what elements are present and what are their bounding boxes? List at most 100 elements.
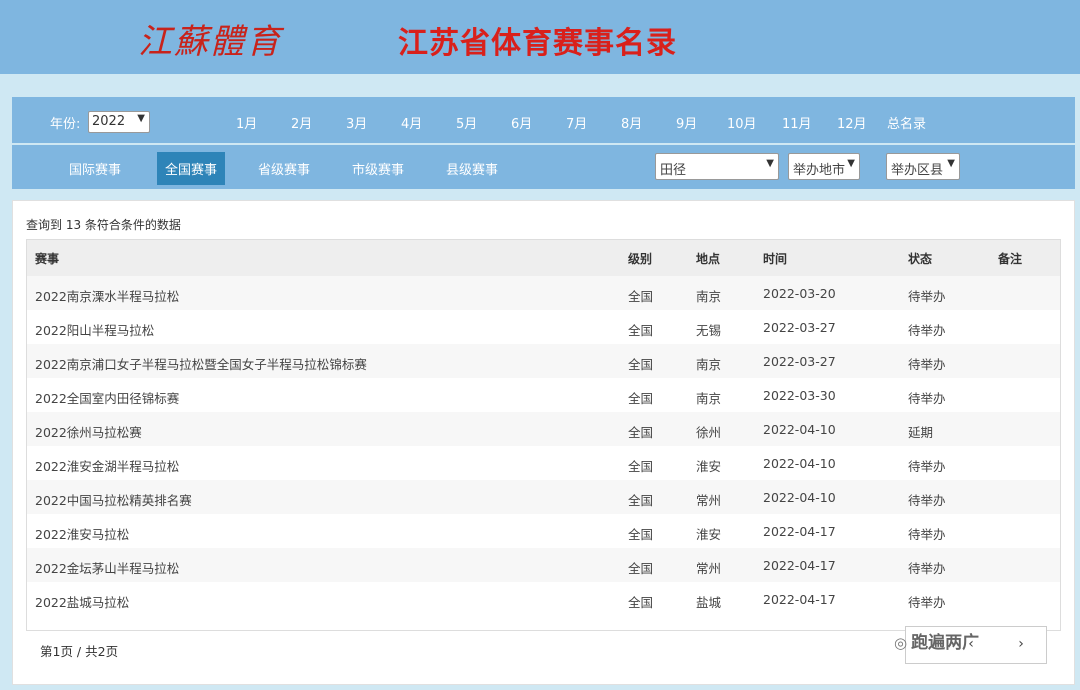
event-time: 2022-03-27 xyxy=(763,354,836,369)
event-place: 南京 xyxy=(696,391,722,406)
event-level: 全国 xyxy=(628,425,654,440)
event-status: 延期 xyxy=(908,425,934,440)
event-level: 全国 xyxy=(628,391,654,406)
tab-municipal[interactable]: 市级赛事 xyxy=(352,159,404,178)
result-count: 查询到 13 条符合条件的数据 xyxy=(26,218,181,232)
event-name: 2022阳山半程马拉松 xyxy=(35,323,155,338)
sport-value: 田径 xyxy=(660,163,687,178)
event-place: 常州 xyxy=(696,493,722,508)
event-name: 2022全国室内田径锦标赛 xyxy=(35,391,180,406)
month-2[interactable]: 2月 xyxy=(291,113,312,132)
event-place: 常州 xyxy=(696,561,722,576)
month-9[interactable]: 9月 xyxy=(676,113,697,132)
table-row[interactable]: 2022南京浦口女子半程马拉松暨全国女子半程马拉松锦标赛 全国 南京 2022-… xyxy=(27,344,1060,378)
event-time: 2022-04-10 xyxy=(763,456,836,471)
page-indicator: 第1页 / 共2页 xyxy=(40,644,119,659)
next-page-button[interactable]: › xyxy=(1006,636,1036,652)
event-status: 待举办 xyxy=(908,459,946,474)
table-row[interactable]: 2022阳山半程马拉松 全国 无锡 2022-03-27 待举办 xyxy=(27,310,1060,344)
tab-national[interactable]: 全国赛事 xyxy=(157,152,226,185)
event-name: 2022淮安金湖半程马拉松 xyxy=(35,459,180,474)
event-time: 2022-04-10 xyxy=(763,490,836,505)
event-place: 南京 xyxy=(696,289,722,304)
event-level: 全国 xyxy=(628,289,654,304)
table-row[interactable]: 2022盐城马拉松 全国 盐城 2022-04-17 待举办 xyxy=(27,582,1060,616)
event-status: 待举办 xyxy=(908,493,946,508)
table-row[interactable]: 2022全国室内田径锦标赛 全国 南京 2022-03-30 待举办 xyxy=(27,378,1060,412)
event-time: 2022-03-20 xyxy=(763,286,836,301)
month-7[interactable]: 7月 xyxy=(566,113,587,132)
event-status: 待举办 xyxy=(908,595,946,610)
event-place: 盐城 xyxy=(696,595,722,610)
chevron-down-icon: ▼ xyxy=(766,158,774,169)
month-11[interactable]: 11月 xyxy=(782,113,812,132)
event-status: 待举办 xyxy=(908,289,946,304)
chevron-down-icon: ▼ xyxy=(947,158,955,169)
event-level: 全国 xyxy=(628,323,654,338)
month-6[interactable]: 6月 xyxy=(511,113,532,132)
event-time: 2022-03-30 xyxy=(763,388,836,403)
district-value: 举办区县 xyxy=(891,163,944,178)
chevron-down-icon: ▼ xyxy=(137,113,145,124)
events-table: 赛事 级别 地点 时间 状态 备注 2022南京溧水半程马拉松 全国 南京 20… xyxy=(26,239,1061,631)
event-status: 待举办 xyxy=(908,391,946,406)
month-3[interactable]: 3月 xyxy=(346,113,367,132)
year-label: 年份: xyxy=(50,117,81,132)
header-name: 赛事 xyxy=(35,252,60,266)
header-status: 状态 xyxy=(908,252,933,266)
table-row[interactable]: 2022淮安马拉松 全国 淮安 2022-04-17 待举办 xyxy=(27,514,1060,548)
event-level: 全国 xyxy=(628,595,654,610)
event-level: 全国 xyxy=(628,493,654,508)
site-logo: 江蘇體育 xyxy=(138,22,282,62)
month-1[interactable]: 1月 xyxy=(236,113,257,132)
event-name: 2022南京溧水半程马拉松 xyxy=(35,289,180,304)
city-select[interactable]: 举办地市 ▼ xyxy=(788,153,860,180)
event-status: 待举办 xyxy=(908,357,946,372)
event-name: 2022金坛茅山半程马拉松 xyxy=(35,561,180,576)
event-level: 全国 xyxy=(628,357,654,372)
month-4[interactable]: 4月 xyxy=(401,113,422,132)
event-time: 2022-04-10 xyxy=(763,422,836,437)
watermark-text: 跑遍两广 xyxy=(911,633,980,653)
table-row[interactable]: 2022徐州马拉松赛 全国 徐州 2022-04-10 延期 xyxy=(27,412,1060,446)
event-place: 淮安 xyxy=(696,459,722,474)
event-name: 2022淮安马拉松 xyxy=(35,527,130,542)
month-12[interactable]: 12月 xyxy=(837,113,867,132)
table-row[interactable]: 2022中国马拉松精英排名赛 全国 常州 2022-04-10 待举办 xyxy=(27,480,1060,514)
tab-international[interactable]: 国际赛事 xyxy=(69,159,121,178)
event-place: 无锡 xyxy=(696,323,722,338)
event-time: 2022-03-27 xyxy=(763,320,836,335)
table-row[interactable]: 2022金坛茅山半程马拉松 全国 常州 2022-04-17 待举办 xyxy=(27,548,1060,582)
year-select[interactable]: 2022 ▼ xyxy=(88,111,150,133)
header-note: 备注 xyxy=(998,252,1023,266)
month-5[interactable]: 5月 xyxy=(456,113,477,132)
city-value: 举办地市 xyxy=(793,163,846,178)
event-level: 全国 xyxy=(628,459,654,474)
event-place: 南京 xyxy=(696,357,722,372)
table-row[interactable]: 2022南京溧水半程马拉松 全国 南京 2022-03-20 待举办 xyxy=(27,276,1060,310)
sport-select[interactable]: 田径 ▼ xyxy=(655,153,779,180)
page-title: 江苏省体育赛事名录 xyxy=(398,26,677,61)
header-time: 时间 xyxy=(763,252,788,266)
header-level: 级别 xyxy=(628,252,653,266)
event-name: 2022南京浦口女子半程马拉松暨全国女子半程马拉松锦标赛 xyxy=(35,357,367,372)
year-value: 2022 xyxy=(92,114,126,129)
chevron-down-icon: ▼ xyxy=(847,158,855,169)
header-place: 地点 xyxy=(696,252,721,266)
district-select[interactable]: 举办区县 ▼ xyxy=(886,153,960,180)
table-header: 赛事 级别 地点 时间 状态 备注 xyxy=(27,240,1060,276)
event-status: 待举办 xyxy=(908,561,946,576)
month-10[interactable]: 10月 xyxy=(727,113,757,132)
month-8[interactable]: 8月 xyxy=(621,113,642,132)
event-place: 淮安 xyxy=(696,527,722,542)
event-name: 2022徐州马拉松赛 xyxy=(35,425,142,440)
all-directory-link[interactable]: 总名录 xyxy=(887,113,926,132)
table-row[interactable]: 2022淮安金湖半程马拉松 全国 淮安 2022-04-10 待举办 xyxy=(27,446,1060,480)
tab-provincial[interactable]: 省级赛事 xyxy=(258,159,310,178)
tab-county[interactable]: 县级赛事 xyxy=(446,159,498,178)
event-time: 2022-04-17 xyxy=(763,524,836,539)
event-status: 待举办 xyxy=(908,527,946,542)
event-time: 2022-04-17 xyxy=(763,558,836,573)
event-place: 徐州 xyxy=(696,425,722,440)
event-name: 2022盐城马拉松 xyxy=(35,595,130,610)
